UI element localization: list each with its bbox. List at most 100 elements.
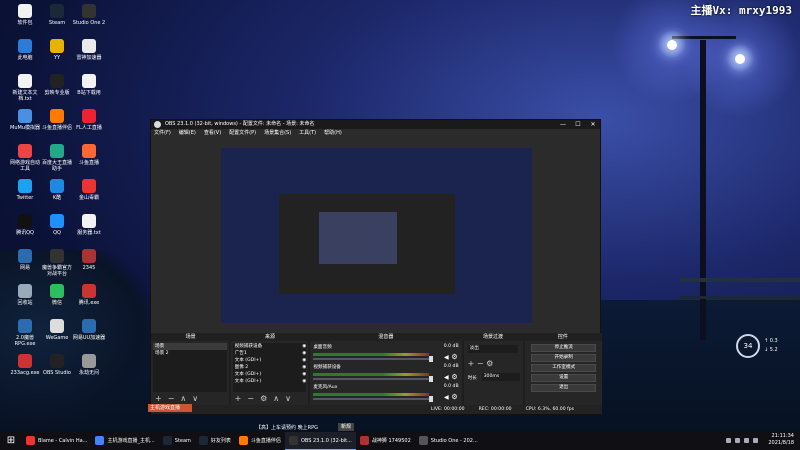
desktop-icon[interactable]: 百度大王直播助手 [40,144,74,172]
control-button[interactable]: 退出 [531,384,597,392]
maximize-icon[interactable]: ☐ [571,120,585,129]
scene-list[interactable]: 场景 场景 2 [153,343,227,392]
desktop-icon[interactable]: Steam [40,4,74,26]
desktop-icon[interactable]: 软件包 [8,4,42,26]
control-button[interactable]: 工作室模式 [531,364,597,372]
scene-item[interactable]: 场景 2 [153,350,227,357]
taskbar-item[interactable]: 战神狮 1749502 [356,432,415,450]
source-item[interactable]: 广告1 ◉ [233,350,307,357]
desktop-icon[interactable]: 网易UU加速器 [72,319,106,341]
eye-icon[interactable]: ◉ [302,364,306,371]
desktop-icon[interactable]: 魔兽争霸官方对战平台 [40,249,74,277]
clock[interactable]: 21:11:34 2021/8/18 [768,433,794,447]
eye-icon[interactable]: ◉ [302,371,306,378]
taskbar-item[interactable]: 斗鱼直播伴侣 [235,432,285,450]
desktop-icon[interactable]: 斗鱼直播伴侣 [40,109,74,131]
source-item[interactable]: 视频捕获设备 ◉ [233,343,307,350]
tray-icon[interactable] [735,438,740,443]
source-item[interactable]: 文本 (GDI+) ◉ [233,371,307,378]
gear-icon[interactable]: ⚙ [486,359,493,368]
volume-slider[interactable] [313,378,429,380]
control-button[interactable]: 设置 [531,374,597,382]
desktop-icon[interactable]: 新建文本文档.txt [8,74,42,102]
gear-icon[interactable]: ⚙ [260,394,267,403]
desktop-icon[interactable]: 网易 [8,249,42,271]
ticker-button[interactable]: 新规 [338,423,354,431]
obs-preview[interactable] [221,148,532,323]
add-icon[interactable]: + [468,359,475,368]
eye-icon[interactable]: ◉ [302,343,306,350]
desktop-icon[interactable]: Twitter [8,179,42,201]
desktop-icon[interactable]: MuMu模拟器 [8,109,42,131]
menu-item[interactable]: 工具(T) [299,129,316,138]
up-icon[interactable]: ∧ [273,394,279,403]
taskbar-item[interactable]: 主机游戏直播_主机... [91,432,158,450]
speaker-icon[interactable]: ◀ [444,394,449,401]
desktop-icon[interactable]: OBS Studio [40,354,74,376]
desktop-icon[interactable]: 2.0魔兽RPG.exe [8,319,42,347]
desktop-icon[interactable]: Studio One 2 [72,4,106,26]
source-item[interactable]: 图像 2 ◉ [233,364,307,371]
gear-icon[interactable]: ⚙ [451,353,457,361]
desktop-icon[interactable]: 回收站 [8,284,42,306]
transition-select[interactable]: 淡出 [467,345,518,353]
volume-knob[interactable] [428,396,433,402]
desktop-icon[interactable]: 服务器.txt [72,214,106,236]
menu-item[interactable]: 帮助(H) [324,129,342,138]
desktop-icon[interactable]: K酷 [40,179,74,201]
volume-knob[interactable] [428,356,433,362]
source-list[interactable]: 视频捕获设备 ◉ 广告1 ◉ 文本 (GDI+) ◉ 图像 2 ◉ 文本 (GDI+) … [232,343,307,392]
source-item[interactable]: 文本 (GDI+) ◉ [233,357,307,364]
tray-icon[interactable] [726,438,731,443]
volume-knob[interactable] [428,376,433,382]
duration-input[interactable]: 300ms [481,373,520,381]
up-icon[interactable]: ∧ [180,394,186,403]
menu-item[interactable]: 文件(F) [154,129,171,138]
desktop-icon[interactable]: 金山毒霸 [72,179,106,201]
taskbar-item[interactable]: Studio One - 202... [415,432,482,450]
eye-icon[interactable]: ◉ [302,378,306,385]
tray-icon[interactable] [744,438,749,443]
taskbar-item[interactable]: OBS 23.1.0 (32-bit... [284,432,356,450]
desktop-icon[interactable]: WeGame [40,319,74,341]
desktop-icon[interactable]: 斗鱼直播 [72,144,106,166]
obs-titlebar[interactable]: OBS 23.1.0 (32-bit, windows) - 配置文件: 未命名… [151,120,600,129]
desktop-icon[interactable]: 微信 [40,284,74,306]
menu-item[interactable]: 配置文件(P) [229,129,256,138]
speaker-icon[interactable]: ◀ [444,354,449,361]
minimize-icon[interactable]: — [556,120,570,129]
desktop-icon[interactable]: QQ [40,214,74,236]
tray-icon[interactable] [753,438,758,443]
add-icon[interactable]: + [155,394,162,403]
desktop-icon[interactable]: 腾讯QQ [8,214,42,236]
start-button[interactable]: ⊞ [0,432,22,450]
add-icon[interactable]: + [235,394,242,403]
gear-icon[interactable]: ⚙ [451,373,457,381]
desktop-icon[interactable]: 雷神加速器 [72,39,106,61]
taskbar-item[interactable]: Steam [159,432,195,450]
down-icon[interactable]: ∨ [285,394,291,403]
desktop-icon[interactable]: YY [40,39,74,61]
desktop-icon[interactable]: 此电脑 [8,39,42,61]
down-icon[interactable]: ∨ [192,394,198,403]
menu-item[interactable]: 场景集合(S) [264,129,291,138]
close-icon[interactable]: ✕ [586,120,600,129]
speaker-icon[interactable]: ◀ [444,374,449,381]
desktop-icon[interactable]: 网络游戏自动工具 [8,144,42,172]
eye-icon[interactable]: ◉ [302,357,306,364]
volume-slider[interactable] [313,398,429,400]
desktop-icon[interactable]: 永劫无间 [72,354,106,376]
remove-icon[interactable]: − [247,394,254,403]
control-button[interactable]: 停止推流 [531,344,597,352]
taskbar-item[interactable]: Blame - Calvin Ha... [22,432,91,450]
menu-item[interactable]: 查看(V) [204,129,221,138]
taskbar-item[interactable]: 好友列表 [195,432,235,450]
scene-item[interactable]: 场景 [153,343,227,350]
desktop-icon[interactable]: FL人工直播 [72,109,106,131]
desktop-icon[interactable]: 2345 [72,249,106,271]
volume-slider[interactable] [313,358,429,360]
obs-window[interactable]: OBS 23.1.0 (32-bit, windows) - 配置文件: 未命名… [150,119,603,415]
remove-icon[interactable]: − [477,359,484,368]
desktop-icon[interactable]: B站下载用 [72,74,106,96]
desktop-icon[interactable]: 剪映专业版 [40,74,74,96]
